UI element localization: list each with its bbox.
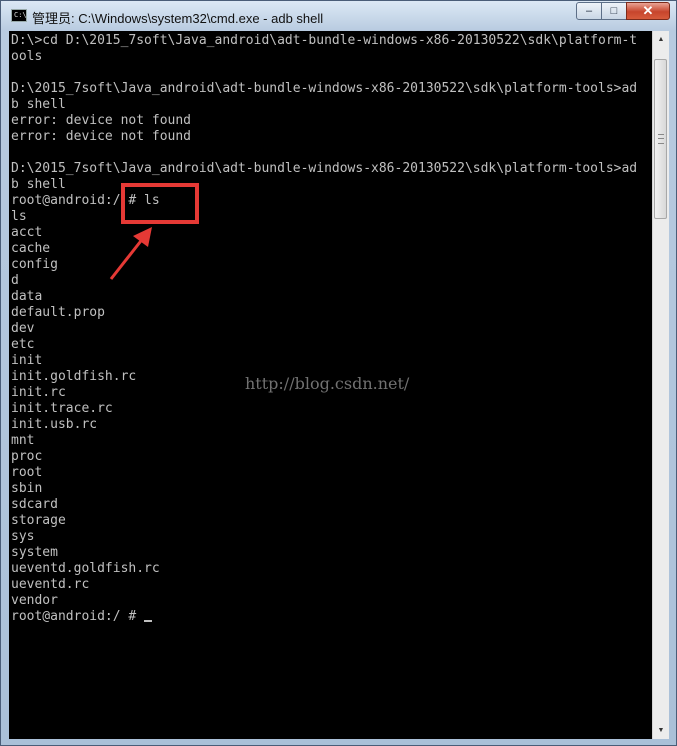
watermark: http://blog.csdn.net/	[245, 374, 410, 393]
annotation-arrow-icon	[109, 227, 152, 280]
